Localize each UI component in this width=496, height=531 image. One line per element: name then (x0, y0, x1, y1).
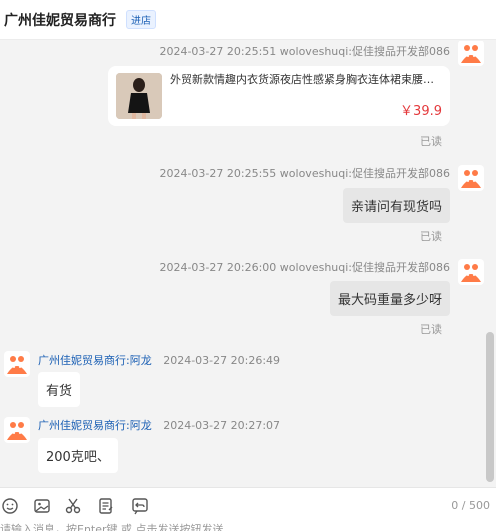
chat-header: 广州佳妮贸易商行 进店 (0, 0, 496, 40)
sender-name: 广州佳妮贸易商行:阿龙 (38, 354, 152, 367)
product-price: ￥39.9 (400, 104, 442, 119)
message-meta: 2024-03-27 20:26:00 woloveshuqi:促佳搜品开发部0… (159, 261, 450, 274)
avatar (458, 41, 484, 66)
input-placeholder: 请输入消息，按Enter键 或 点击发送按钮发送 (0, 523, 224, 531)
smile-icon[interactable] (0, 496, 20, 516)
avatar (458, 165, 484, 191)
product-info: 外贸新款情趣内衣货源夜店性感紧身胸衣连体裙束腰免… ￥39.9 (170, 73, 442, 119)
read-status: 已读 (420, 135, 442, 148)
avatar (4, 351, 30, 377)
document-icon[interactable] (96, 496, 116, 516)
input-toolbar: 0 / 500 (0, 487, 496, 523)
scissors-icon[interactable] (63, 496, 83, 516)
message-time: 2024-03-27 20:26:49 (163, 354, 281, 367)
product-card[interactable]: 外贸新款情趣内衣货源夜店性感紧身胸衣连体裙束腰免… ￥39.9 (108, 66, 450, 126)
message-time: 2024-03-27 20:27:07 (163, 419, 281, 432)
scrollbar-thumb[interactable] (486, 332, 494, 482)
message-bubble: 200克吧、 (38, 438, 118, 473)
read-status: 已读 (420, 230, 442, 243)
char-count: 0 / 500 (451, 499, 490, 512)
avatar (458, 259, 484, 285)
shop-name: 广州佳妮贸易商行 (4, 12, 116, 29)
message-input[interactable]: 请输入消息，按Enter键 或 点击发送按钮发送 (0, 523, 496, 531)
enter-shop-button[interactable]: 进店 (126, 10, 156, 29)
avatar (4, 417, 30, 443)
message-meta: 2024-03-27 20:25:55 woloveshuqi:促佳搜品开发部0… (159, 167, 450, 180)
chat-messages[interactable]: 2024-03-27 20:25:51 woloveshuqi:促佳搜品开发部0… (0, 41, 496, 487)
message-meta: 2024-03-27 20:25:51 woloveshuqi:促佳搜品开发部0… (159, 45, 450, 58)
message-meta: 广州佳妮贸易商行:阿龙 2024-03-27 20:26:49 (38, 352, 280, 368)
message-bubble: 亲请问有现货吗 (342, 188, 450, 223)
message-meta: 广州佳妮贸易商行:阿龙 2024-03-27 20:27:07 (38, 417, 280, 433)
message-bubble: 最大码重量多少呀 (329, 281, 450, 316)
sender-name: 广州佳妮贸易商行:阿龙 (38, 419, 152, 432)
undo-icon[interactable] (130, 496, 150, 516)
message-bubble: 有货 (38, 372, 81, 407)
image-icon[interactable] (32, 496, 52, 516)
product-title: 外贸新款情趣内衣货源夜店性感紧身胸衣连体裙束腰免… (170, 73, 442, 86)
read-status: 已读 (420, 323, 442, 336)
product-image (116, 73, 162, 119)
